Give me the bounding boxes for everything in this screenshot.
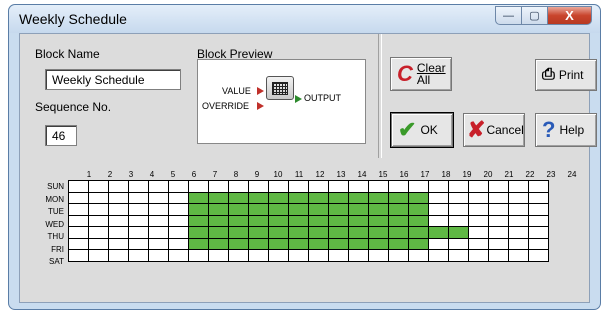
minimize-button[interactable]: —: [495, 6, 522, 25]
checkmark-icon: ✔: [398, 117, 417, 142]
schedule-cell[interactable]: [228, 249, 249, 262]
day-label: SAT: [49, 257, 64, 266]
schedule-cell[interactable]: [128, 249, 149, 262]
schedule-cell[interactable]: [188, 249, 209, 262]
day-label: THU: [47, 232, 64, 241]
help-question-icon: ?: [542, 117, 556, 142]
block-preview: VALUE OVERRIDE OUTPUT: [197, 59, 366, 144]
day-label: MON: [45, 194, 64, 204]
value-pin-icon: [257, 87, 264, 95]
cancel-label: Cancel: [486, 123, 524, 137]
hour-label: 8: [233, 170, 239, 179]
hour-label: 23: [546, 170, 556, 179]
schedule-cell[interactable]: [308, 249, 329, 262]
block-name-input[interactable]: Weekly Schedule: [45, 69, 181, 90]
schedule-cell[interactable]: [508, 249, 529, 262]
schedule-cell[interactable]: [168, 249, 189, 262]
hour-label: 13: [336, 170, 346, 179]
dialog-body: Block Name Weekly Schedule Sequence No. …: [19, 33, 597, 303]
cancel-x-icon: ✘: [467, 117, 486, 142]
schedule-cell[interactable]: [268, 249, 289, 262]
hour-label: 18: [441, 170, 451, 179]
day-label: SUN: [47, 182, 64, 191]
override-pin-icon: [257, 102, 264, 110]
ok-button[interactable]: ✔ OK: [390, 112, 454, 148]
hour-label: 15: [378, 170, 388, 179]
preview-input-override: OVERRIDE: [202, 101, 250, 111]
print-button[interactable]: ⎙ Print: [535, 59, 597, 91]
schedule-cell[interactable]: [408, 249, 429, 262]
window-controls: — ▢ X: [495, 6, 592, 25]
title-bar[interactable]: Weekly Schedule — ▢ X: [9, 5, 600, 33]
hour-label: 9: [254, 170, 260, 179]
clear-all-button[interactable]: C Clear All: [390, 57, 452, 91]
schedule-cell[interactable]: [368, 249, 389, 262]
hour-label: 4: [149, 170, 155, 179]
schedule-cell[interactable]: [288, 249, 309, 262]
schedule-cell[interactable]: [88, 249, 109, 262]
hour-label: 21: [504, 170, 514, 179]
schedule-cell[interactable]: [248, 249, 269, 262]
hour-label: 16: [399, 170, 409, 179]
schedule-cell[interactable]: [448, 249, 469, 262]
window-title: Weekly Schedule: [19, 11, 127, 27]
schedule-block-icon: [266, 76, 294, 100]
schedule-cell[interactable]: [208, 249, 229, 262]
sequence-label: Sequence No.: [35, 100, 112, 114]
schedule-cell[interactable]: [108, 249, 129, 262]
hour-label: 10: [273, 170, 283, 179]
preview-input-value: VALUE: [222, 86, 251, 96]
hour-label: 7: [212, 170, 218, 179]
clear-icon: C: [397, 61, 413, 86]
hour-label: 2: [107, 170, 113, 179]
print-label: Print: [558, 68, 584, 82]
close-button[interactable]: X: [548, 6, 592, 25]
day-label: FRI: [51, 244, 64, 254]
cancel-button[interactable]: ✘ Cancel: [463, 113, 525, 147]
hour-label: 17: [420, 170, 430, 179]
clear-all-label: All: [416, 73, 431, 87]
preview-output: OUTPUT: [304, 93, 341, 103]
dialog-window: Weekly Schedule — ▢ X Block Name Weekly …: [8, 4, 601, 310]
output-pin-icon: [295, 95, 302, 103]
help-label: Help: [559, 123, 585, 137]
hour-label: 19: [462, 170, 472, 179]
schedule-cell[interactable]: [328, 249, 349, 262]
hour-label: 12: [315, 170, 325, 179]
block-name-label: Block Name: [35, 47, 100, 61]
hour-label: 22: [525, 170, 535, 179]
day-label: WED: [45, 219, 64, 229]
help-button[interactable]: ? Help: [535, 113, 597, 147]
hour-label: 3: [128, 170, 134, 179]
schedule-cell[interactable]: [388, 249, 409, 262]
schedule-cell[interactable]: [468, 249, 489, 262]
printer-icon: ⎙: [542, 66, 555, 83]
hour-label: 24: [567, 170, 577, 179]
hour-label: 14: [357, 170, 367, 179]
ok-label: OK: [420, 123, 438, 137]
hour-label: 1: [86, 170, 92, 179]
hour-label: 20: [483, 170, 493, 179]
sequence-input[interactable]: 46: [45, 125, 77, 146]
divider: [378, 34, 382, 158]
schedule-cell[interactable]: [348, 249, 369, 262]
schedule-cell[interactable]: [528, 249, 549, 262]
schedule-cell[interactable]: [148, 249, 169, 262]
maximize-button[interactable]: ▢: [522, 6, 548, 25]
hour-label: 6: [191, 170, 197, 179]
schedule-cell[interactable]: [68, 249, 89, 262]
day-label: TUE: [48, 207, 64, 216]
hour-label: 5: [170, 170, 176, 179]
schedule-cell[interactable]: [428, 249, 449, 262]
hour-label: 11: [294, 170, 304, 179]
schedule-cell[interactable]: [488, 249, 509, 262]
